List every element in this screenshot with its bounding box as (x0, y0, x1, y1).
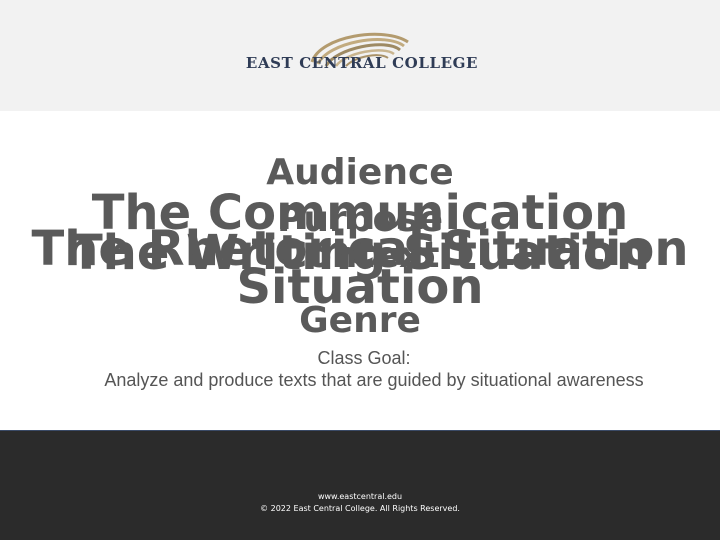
stack-context: Context (280, 235, 440, 276)
slide-content: The Communication The Rhetorical Situati… (0, 111, 720, 430)
logo-wordmark: EAST CENTRAL COLLEGE (245, 54, 479, 72)
stack-purpose: Purpose (276, 199, 444, 240)
stack-audience: Audience (266, 152, 454, 193)
footer-copyright: © 2022 East Central College. All Rights … (260, 504, 460, 513)
stack-genre: Genre (299, 300, 421, 341)
header-band: EAST CENTRAL COLLEGE (0, 0, 720, 111)
class-goal-text: Analyze and produce texts that are guide… (104, 370, 644, 390)
footer-band: www.eastcentral.edu © 2022 East Central … (0, 430, 720, 540)
class-goal-label: Class Goal: (317, 348, 411, 368)
footer-url-link[interactable]: www.eastcentral.edu (0, 492, 720, 501)
college-logo[interactable]: EAST CENTRAL COLLEGE (244, 28, 480, 78)
